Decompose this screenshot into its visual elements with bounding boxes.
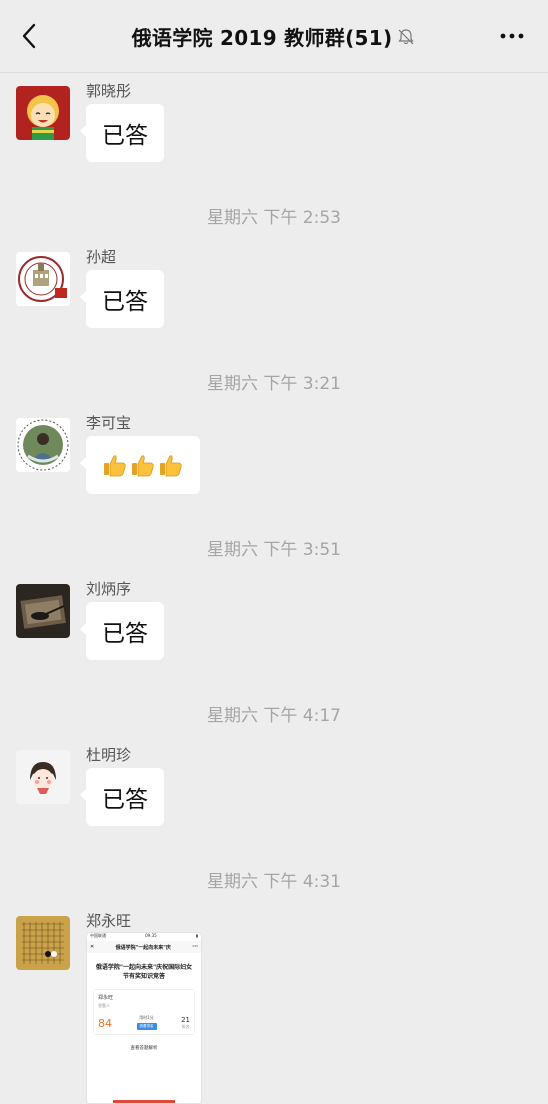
image-stats: 84 用时1分 查看排名 21 排名	[98, 1015, 190, 1030]
timestamp: 星期六 下午 4:17	[207, 706, 341, 726]
mute-bell-icon	[398, 29, 415, 45]
image-answer-button: 查看答题解析	[130, 1046, 158, 1051]
message-bubble[interactable]	[80, 436, 200, 494]
image-status-bar: 中国联通 09:35 ▮	[87, 933, 201, 941]
image-count-value: 21	[181, 1016, 190, 1024]
timestamp: 星期六 下午 2:53	[207, 208, 341, 228]
image-message[interactable]: 中国联通 09:35 ▮ ✕ 俄语学院"一起向未来"庆 ··· 俄语学院"一起向…	[86, 932, 202, 1104]
avatar[interactable]	[16, 916, 70, 970]
timestamp: 星期六 下午 4:31	[207, 872, 341, 892]
image-score: 84	[98, 1017, 112, 1030]
message-bubble[interactable]: 已答	[80, 768, 164, 826]
drawn-girl-avatar-icon	[16, 750, 70, 804]
sender-name: 杜明珍	[86, 746, 132, 764]
thumbs-up-icon	[160, 455, 182, 477]
sender-name: 李可宝	[86, 414, 132, 432]
image-close-icon: ✕	[90, 944, 95, 950]
sender-name: 郭晓彤	[86, 82, 132, 100]
thumbs-up-icon	[104, 455, 126, 477]
message-bubble[interactable]: 已答	[80, 104, 164, 162]
chat-header: 俄语学院 2019 教师群(51)	[0, 0, 548, 73]
chat-area[interactable]: 郭晓彤 已答 星期六 下午 2:53 孙超 已答 星期六 下午 3:21 李可宝…	[0, 72, 548, 1104]
go-board-avatar-icon	[16, 916, 70, 970]
more-options-icon[interactable]	[498, 24, 526, 48]
back-arrow-icon[interactable]	[16, 22, 44, 50]
image-tag: 查看排名	[136, 1023, 157, 1030]
image-user: 郑永旺	[98, 995, 114, 1001]
image-count: 21 排名	[181, 1016, 190, 1030]
image-carrier: 中国联通	[90, 933, 106, 938]
timestamp: 星期六 下午 3:51	[207, 540, 341, 560]
thumbs-up-icon	[132, 455, 154, 477]
image-count-label: 排名	[181, 1024, 190, 1029]
sender-name: 刘炳序	[86, 580, 132, 598]
tea-spoon-avatar-icon	[16, 584, 70, 638]
image-mid: 用时1分 查看排名	[136, 1015, 157, 1030]
image-nav-title: 俄语学院"一起向未来"庆	[115, 944, 171, 951]
message-bubble[interactable]: 已答	[80, 602, 164, 660]
image-result-box: 郑永旺 答题人 84 用时1分 查看排名 21 排名	[93, 989, 195, 1035]
avatar[interactable]	[16, 750, 70, 804]
image-more-icon: ···	[192, 944, 198, 950]
image-nav-bar: ✕ 俄语学院"一起向未来"庆 ···	[87, 941, 201, 953]
cartoon-girl-avatar-icon	[16, 86, 70, 140]
image-red-button	[113, 1100, 175, 1103]
university-seal-avatar-icon	[16, 252, 70, 306]
image-quiz-title: 俄语学院"一起向未来"庆祝国际妇女节有奖知识竞答	[95, 964, 193, 980]
photo-seal-avatar-icon	[16, 418, 70, 472]
sender-name: 孙超	[86, 248, 117, 266]
timestamp: 星期六 下午 3:21	[207, 374, 341, 394]
image-battery-icon: ▮	[195, 933, 198, 938]
thumbs-up-emoji-group	[102, 452, 184, 478]
avatar[interactable]	[16, 252, 70, 306]
message-bubble[interactable]: 已答	[80, 270, 164, 328]
image-clock: 09:35	[145, 933, 157, 938]
avatar[interactable]	[16, 418, 70, 472]
sender-name: 郑永旺	[86, 912, 132, 930]
image-user-sub: 答题人	[98, 1003, 110, 1008]
title-wrap: 俄语学院 2019 教师群(51)	[132, 22, 417, 51]
avatar[interactable]	[16, 86, 70, 140]
chat-title: 俄语学院 2019 教师群(51)	[131, 25, 393, 50]
image-mid-label: 用时1分	[139, 1015, 154, 1020]
avatar[interactable]	[16, 584, 70, 638]
